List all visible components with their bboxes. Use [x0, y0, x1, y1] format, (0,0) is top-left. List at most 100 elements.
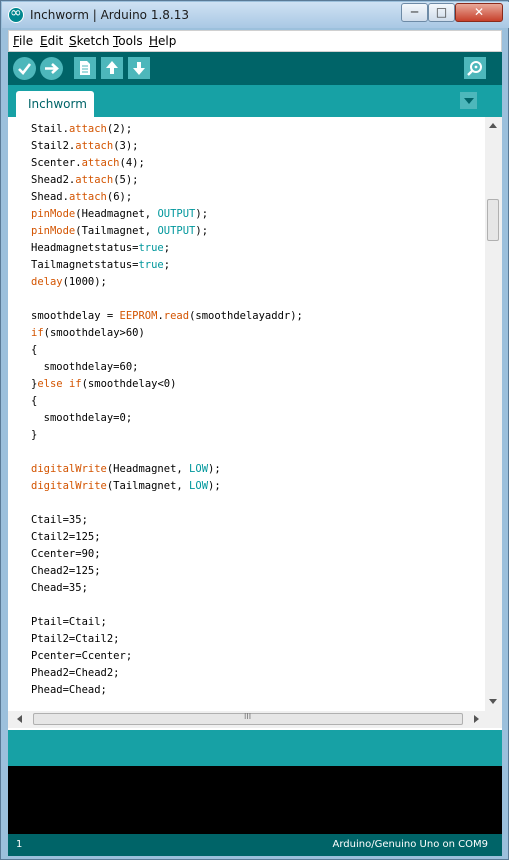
code-line[interactable]: Shead2.attach(5);: [31, 172, 303, 189]
code-line[interactable]: Stail.attach(2);: [31, 121, 303, 138]
code-line[interactable]: Phead2=Chead2;: [31, 665, 303, 682]
code-token: Pcenter=Ccenter;: [31, 650, 133, 662]
serial-monitor-button[interactable]: [464, 57, 486, 79]
scroll-right-icon[interactable]: [474, 715, 479, 723]
code-line[interactable]: Ctail2=125;: [31, 529, 303, 546]
code-line[interactable]: }else if(smoothdelay<0): [31, 376, 303, 393]
code-line[interactable]: [31, 597, 303, 614]
code-text[interactable]: Stail.attach(2); Stail2.attach(3); Scenter…: [31, 121, 303, 699]
code-line[interactable]: {: [31, 342, 303, 359]
code-keyword: LOW: [189, 463, 209, 475]
code-line[interactable]: Ptail2=Ctail2;: [31, 631, 303, 648]
minimize-button[interactable]: ─: [401, 3, 428, 22]
new-icon: [80, 61, 90, 75]
code-line[interactable]: smoothdelay = EEPROM.read(smoothdelayadd…: [31, 308, 303, 325]
console-output[interactable]: [8, 766, 502, 834]
code-line[interactable]: if(smoothdelay>60): [31, 325, 303, 342]
code-line[interactable]: [31, 291, 303, 308]
code-line[interactable]: [31, 495, 303, 512]
code-token: Ctail2=125;: [31, 531, 101, 543]
code-line[interactable]: Scenter.attach(4);: [31, 155, 303, 172]
code-line[interactable]: digitalWrite(Headmagnet, LOW);: [31, 461, 303, 478]
code-line[interactable]: smoothdelay=0;: [31, 410, 303, 427]
code-keyword: OUTPUT: [157, 225, 196, 237]
code-line[interactable]: pinMode(Headmagnet, OUTPUT);: [31, 206, 303, 223]
code-line[interactable]: }: [31, 427, 303, 444]
code-token: Ptail=Ctail;: [31, 616, 107, 628]
menu-edit[interactable]: Edit: [40, 34, 63, 48]
board-port-label: Arduino/Genuino Uno on COM9: [332, 839, 489, 850]
code-token: Ccenter=90;: [31, 548, 101, 560]
code-line[interactable]: smoothdelay=60;: [31, 359, 303, 376]
vertical-scroll-thumb[interactable]: [487, 199, 499, 241]
code-token: (2);: [106, 123, 133, 135]
save-button[interactable]: [128, 57, 150, 79]
code-line[interactable]: Tailmagnetstatus=true;: [31, 257, 303, 274]
code-token: {: [31, 344, 38, 356]
code-keyword: if: [31, 327, 44, 339]
code-editor[interactable]: Stail.attach(2); Stail2.attach(3); Scenter…: [8, 117, 502, 730]
maximize-button[interactable]: □: [428, 3, 455, 22]
code-keyword: attach: [68, 191, 107, 203]
code-line[interactable]: Ptail=Ctail;: [31, 614, 303, 631]
code-line[interactable]: Chead2=125;: [31, 563, 303, 580]
code-line[interactable]: digitalWrite(Tailmagnet, LOW);: [31, 478, 303, 495]
code-token: );: [195, 208, 209, 220]
code-line[interactable]: {: [31, 393, 303, 410]
verify-icon: [18, 63, 32, 75]
scroll-grip: III: [244, 712, 252, 721]
code-line[interactable]: [31, 444, 303, 461]
code-token: Headmagnetstatus=: [31, 242, 139, 254]
open-icon: [106, 61, 118, 74]
code-keyword: read: [163, 310, 190, 322]
code-token: Shead2.: [31, 174, 76, 186]
code-keyword: digitalWrite: [31, 463, 107, 475]
vertical-scrollbar[interactable]: [485, 117, 502, 713]
code-token: (1000);: [62, 276, 107, 288]
code-token: (Tailmagnet,: [75, 225, 158, 237]
code-token: (smoothdelay>60): [43, 327, 145, 339]
code-keyword: if: [68, 378, 82, 390]
code-token: Ctail=35;: [31, 514, 88, 526]
code-line[interactable]: delay(1000);: [31, 274, 303, 291]
menu-help[interactable]: Help: [149, 34, 176, 48]
code-keyword: delay: [31, 276, 63, 288]
code-line[interactable]: Shead.attach(6);: [31, 189, 303, 206]
close-button[interactable]: ✕: [455, 3, 503, 22]
code-token: (smoothdelayaddr);: [189, 310, 303, 322]
code-line[interactable]: Headmagnetstatus=true;: [31, 240, 303, 257]
tab-inchworm[interactable]: Inchworm: [16, 91, 94, 117]
open-button[interactable]: [101, 57, 123, 79]
menu-tools[interactable]: Tools: [113, 34, 143, 48]
code-keyword: pinMode: [31, 225, 76, 237]
new-button[interactable]: [74, 57, 96, 79]
code-keyword: attach: [81, 157, 120, 169]
code-keyword: digitalWrite: [31, 480, 107, 492]
scroll-left-icon[interactable]: [17, 715, 22, 723]
code-token: smoothdelay =: [31, 310, 120, 322]
scroll-up-icon[interactable]: [489, 123, 497, 128]
code-token: Phead=Chead;: [31, 684, 107, 696]
code-line[interactable]: Chead=35;: [31, 580, 303, 597]
code-token: ;: [163, 259, 171, 271]
code-line[interactable]: pinMode(Tailmagnet, OUTPUT);: [31, 223, 303, 240]
menu-sketch[interactable]: Sketch: [69, 34, 109, 48]
horizontal-scrollbar[interactable]: III: [8, 711, 485, 728]
code-line[interactable]: Ctail=35;: [31, 512, 303, 529]
code-token: (Headmagnet,: [75, 208, 158, 220]
code-line[interactable]: Pcenter=Ccenter;: [31, 648, 303, 665]
code-line[interactable]: Phead=Chead;: [31, 682, 303, 699]
code-keyword: attach: [75, 174, 114, 186]
code-token: (Tailmagnet,: [106, 480, 190, 492]
scroll-down-icon[interactable]: [489, 699, 497, 704]
upload-button[interactable]: [40, 57, 63, 80]
menu-file[interactable]: File: [13, 34, 33, 48]
code-keyword: EEPROM: [119, 310, 158, 322]
code-token: Chead2=125;: [31, 565, 101, 577]
tab-menu-button[interactable]: [460, 92, 477, 109]
code-line[interactable]: Stail2.attach(3);: [31, 138, 303, 155]
verify-button[interactable]: [13, 57, 36, 80]
scrollbar-corner: [485, 711, 502, 728]
code-token: Phead2=Chead2;: [31, 667, 120, 679]
code-line[interactable]: Ccenter=90;: [31, 546, 303, 563]
